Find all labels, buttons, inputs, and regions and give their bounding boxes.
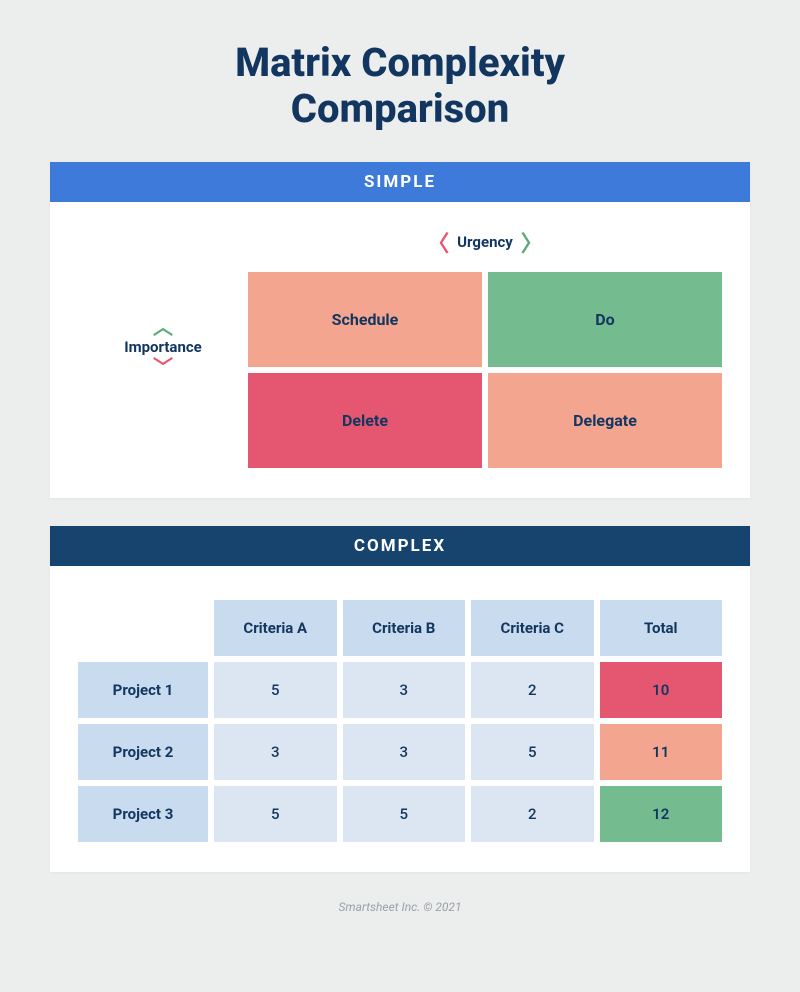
total-cell: 11 (600, 724, 723, 780)
simple-card: SIMPLE ︿ Importance ﹀ 〈 Urgency 〉 Schedu… (50, 162, 750, 498)
row-header: Project 2 (78, 724, 208, 780)
page-title: Matrix Complexity Comparison (50, 40, 750, 132)
simple-matrix-area: 〈 Urgency 〉 Schedule Do Delete Delegate (248, 226, 722, 468)
quadrant-delegate: Delegate (488, 373, 722, 468)
quadrant-schedule: Schedule (248, 272, 482, 367)
title-line-1: Matrix Complexity (235, 39, 565, 86)
chevron-up-icon: ︿ (153, 320, 173, 334)
urgency-axis: 〈 Urgency 〉 (248, 226, 722, 258)
urgency-label: Urgency (457, 233, 513, 251)
complex-card: COMPLEX Criteria A Criteria B Criteria C… (50, 526, 750, 872)
col-header-a: Criteria A (214, 600, 337, 656)
importance-label: Importance (124, 338, 202, 356)
complex-body: Criteria A Criteria B Criteria C Total P… (50, 566, 750, 872)
quadrant-grid: Schedule Do Delete Delegate (248, 272, 722, 468)
simple-header: SIMPLE (50, 162, 750, 202)
data-cell: 2 (471, 662, 594, 718)
complex-grid: Criteria A Criteria B Criteria C Total P… (78, 600, 722, 842)
data-cell: 5 (214, 786, 337, 842)
col-header-c: Criteria C (471, 600, 594, 656)
footer-text: Smartsheet Inc. © 2021 (50, 900, 750, 914)
simple-body: ︿ Importance ﹀ 〈 Urgency 〉 Schedule Do D… (50, 202, 750, 498)
complex-header: COMPLEX (50, 526, 750, 566)
importance-axis: ︿ Importance ﹀ (78, 320, 248, 374)
data-cell: 3 (343, 724, 466, 780)
blank-corner (78, 600, 208, 656)
col-header-total: Total (600, 600, 723, 656)
data-cell: 5 (343, 786, 466, 842)
total-cell: 12 (600, 786, 723, 842)
chevron-right-icon: 〉 (521, 226, 543, 258)
col-header-b: Criteria B (343, 600, 466, 656)
chevron-down-icon: ﹀ (153, 360, 173, 374)
data-cell: 2 (471, 786, 594, 842)
quadrant-do: Do (488, 272, 722, 367)
total-cell: 10 (600, 662, 723, 718)
chevron-left-icon: 〈 (427, 226, 449, 258)
quadrant-delete: Delete (248, 373, 482, 468)
data-cell: 5 (471, 724, 594, 780)
data-cell: 5 (214, 662, 337, 718)
row-header: Project 3 (78, 786, 208, 842)
title-line-2: Comparison (291, 85, 509, 132)
data-cell: 3 (343, 662, 466, 718)
data-cell: 3 (214, 724, 337, 780)
row-header: Project 1 (78, 662, 208, 718)
